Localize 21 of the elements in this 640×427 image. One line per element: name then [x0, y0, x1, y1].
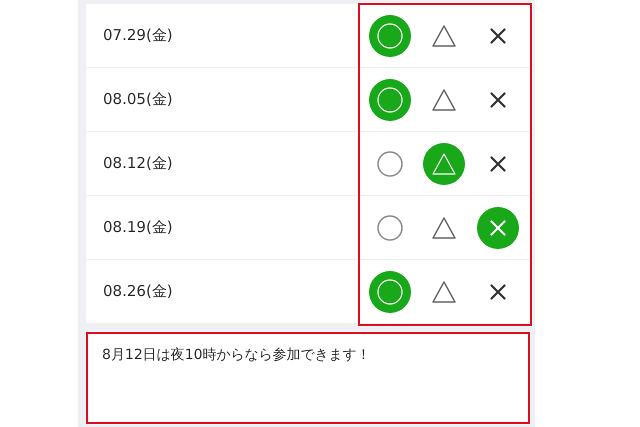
cross-icon — [490, 92, 506, 108]
date-label: 07.29(金) — [102, 25, 174, 46]
cross-icon — [490, 284, 506, 300]
triangle-icon — [432, 88, 456, 110]
date-label: 08.05(金) — [102, 89, 174, 110]
triangle-icon — [432, 280, 456, 302]
circle-icon — [377, 150, 403, 176]
date-label: 08.19(金) — [102, 217, 174, 238]
circle-icon — [377, 86, 403, 112]
triangle-icon — [432, 152, 456, 174]
cross-icon — [490, 220, 506, 236]
circle-icon — [377, 22, 403, 48]
comment-field[interactable]: 8月12日は夜10時からなら参加できます！ — [86, 332, 530, 424]
cross-icon — [490, 156, 506, 172]
date-label: 08.12(金) — [102, 153, 174, 174]
cross-icon — [490, 28, 506, 44]
triangle-icon — [432, 216, 456, 238]
circle-icon — [377, 278, 403, 304]
circle-icon — [377, 214, 403, 240]
triangle-icon — [432, 24, 456, 46]
date-label: 08.26(金) — [102, 281, 174, 302]
